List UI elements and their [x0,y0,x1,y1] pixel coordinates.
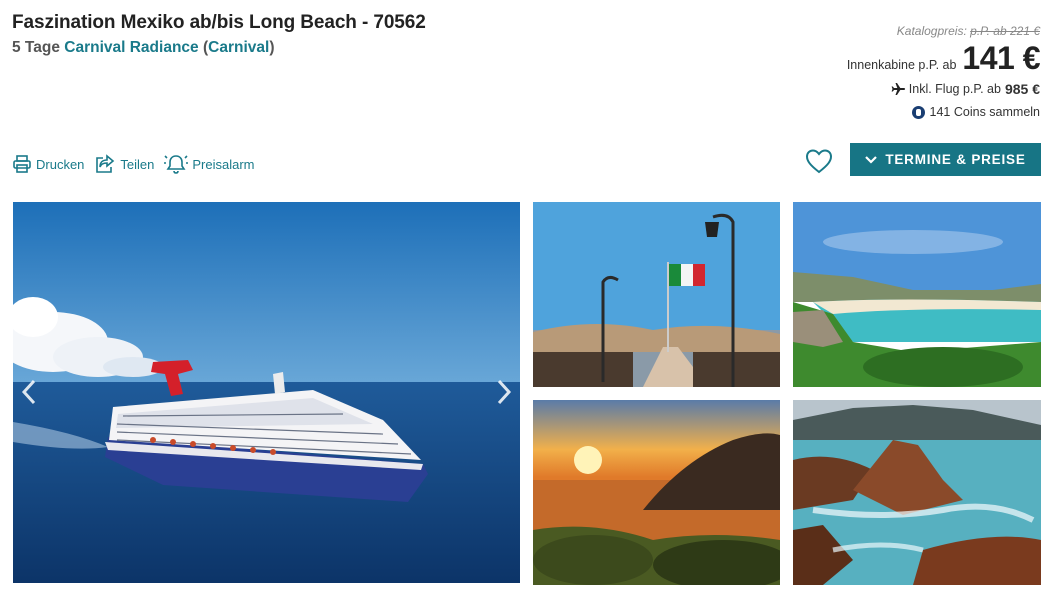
coins-row: 141 Coins sammeln [847,105,1040,119]
cruise-ship-photo [13,202,520,583]
cruise-line-link[interactable]: Carnival [208,39,269,56]
plane-icon [891,83,905,95]
coins-text: 141 Coins sammeln [929,105,1040,119]
share-icon [96,154,115,173]
bell-icon [164,155,189,174]
printer-icon [13,155,31,173]
share-label: Teilen [120,156,155,172]
gallery-thumb-sunset[interactable] [533,400,780,585]
chevron-down-icon [865,155,878,164]
dates-and-prices-button[interactable]: TERMINE & PREISE [850,143,1041,176]
paren-close: ) [269,39,275,56]
print-label: Drucken [36,156,85,172]
cabin-label: Innenkabine p.P. ab [846,58,957,72]
gallery-thumb-promenade[interactable] [533,202,780,387]
heart-icon[interactable] [804,146,834,176]
gallery-thumb-rocks[interactable] [793,400,1041,585]
price-alarm-button[interactable]: Preisalarm [164,153,255,175]
trip-duration: 5 Tage [12,39,60,56]
flight-price: 985 € [1004,81,1040,97]
page-subtitle: 5 Tage Carnival Radiance (Carnival) [12,39,275,57]
dates-and-prices-label: TERMINE & PREISE [885,152,1026,167]
catalog-value: p.P. ab 221 € [970,24,1040,38]
catalog-price: Katalogpreis: p.P. ab 221 € [847,24,1040,38]
arrow-right-icon[interactable] [491,377,515,407]
cabin-price: 141 € [962,40,1040,76]
main-gallery-image[interactable] [13,202,520,583]
arrow-left-icon[interactable] [18,377,42,407]
share-button[interactable]: Teilen [94,154,154,174]
catalog-label: Katalogpreis: [896,24,967,38]
cabin-price-row: Innenkabine p.P. ab 141 € [846,40,1041,77]
print-button[interactable]: Drucken [12,154,84,174]
flight-label: Inkl. Flug p.P. ab [908,82,1001,96]
gallery-thumb-beach[interactable] [793,202,1041,387]
flight-price-row: Inkl. Flug p.P. ab 985 € [847,81,1040,97]
page-title: Faszination Mexiko ab/bis Long Beach - 7… [12,12,426,33]
coin-icon [911,105,925,119]
price-block: Katalogpreis: p.P. ab 221 € Innenkabine … [846,24,1041,119]
ship-name-link[interactable]: Carnival Radiance [64,39,198,56]
action-bar: Drucken Teilen Preisalarm [12,153,265,175]
price-alarm-label: Preisalarm [192,156,255,172]
